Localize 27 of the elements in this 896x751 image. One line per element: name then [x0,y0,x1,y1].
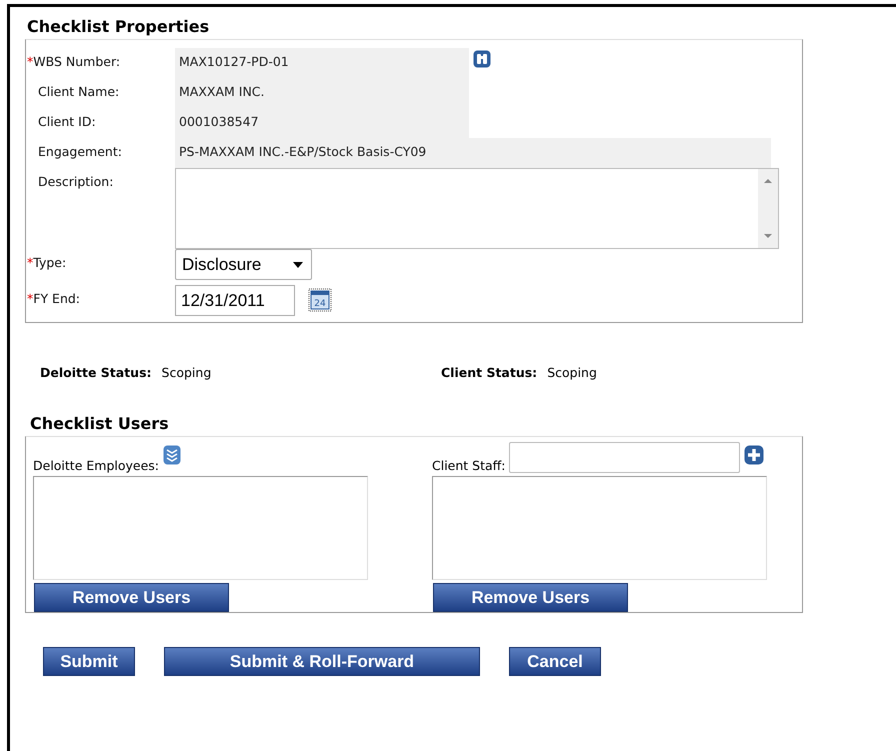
type-dropdown[interactable]: Disclosure [175,249,312,280]
field-label: *FY End: [27,290,80,306]
section-title: Checklist Properties [26,17,210,38]
status-label: Client Status: [441,365,538,382]
field-value: PS-MAXXAM INC.-E&P/Stock Basis-CY09 [175,138,771,168]
field-label: Client Staff: [432,458,506,473]
action-button[interactable]: Submit [43,647,135,676]
status-label: Deloitte Status: [40,365,152,382]
field-label: Description: [37,173,114,189]
field-label: *Type: [27,254,66,270]
section-title: Checklist Users [29,414,170,435]
remove-users-button[interactable]: Remove Users [433,583,628,612]
field-value: MAXXAM INC. [175,78,469,108]
action-button[interactable]: Cancel [509,647,601,676]
status-value: Scoping [162,365,212,382]
calendar-icon[interactable]: 24 [308,288,332,312]
remove-users-button[interactable]: Remove Users [34,583,229,612]
status-value: Scoping [547,365,597,382]
field-label: *WBS Number: [27,53,120,69]
field-value: 0001038547 [175,108,469,138]
field-label: Engagement: [37,143,122,159]
date-field[interactable]: 12/31/2011 [175,285,295,316]
field-label: Client ID: [37,113,96,129]
action-button[interactable]: Submit & Roll-Forward [164,647,480,676]
field-value: MAX10127-PD-01 [175,48,469,78]
field-label: Client Name: [37,83,120,99]
field-label: Deloitte Employees: [33,458,160,473]
